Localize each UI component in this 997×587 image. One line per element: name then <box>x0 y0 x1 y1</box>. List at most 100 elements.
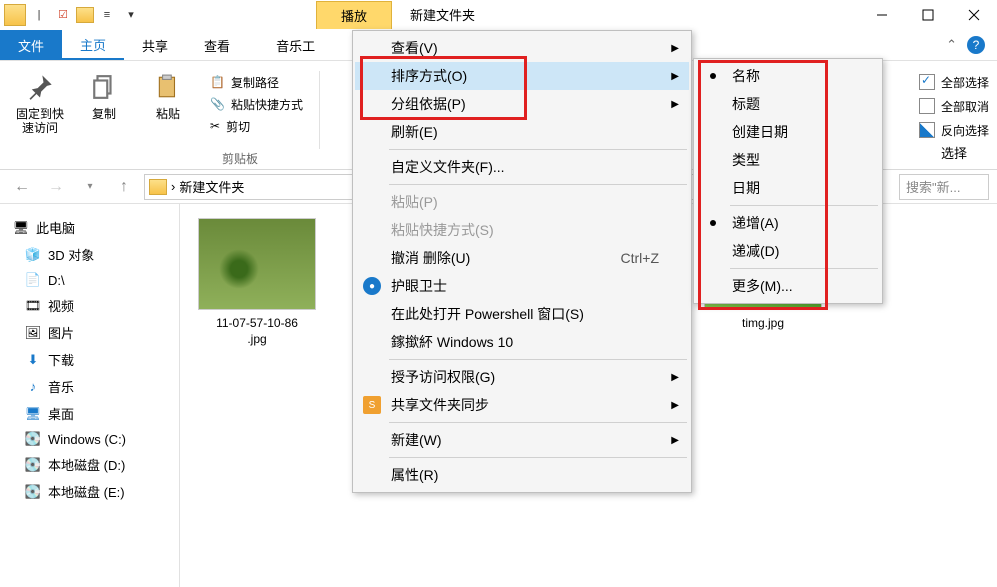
select-all-button[interactable]: 全部选择 <box>919 71 989 93</box>
download-icon: ⬇ <box>24 352 42 368</box>
ctx-undo-delete[interactable]: 撤消 删除(U)Ctrl+Z <box>355 244 689 272</box>
file-name: 11-07-57-10-86 .jpg <box>216 316 298 347</box>
tree-desktop[interactable]: 🖥桌面 <box>4 400 175 427</box>
tree-this-pc[interactable]: 🖥此电脑 <box>4 214 175 241</box>
chevron-right-icon: ▶ <box>671 71 679 82</box>
sort-name[interactable]: 名称 <box>696 62 880 90</box>
checkbox-icon <box>919 74 935 90</box>
context-menu: 查看(V)▶ 排序方式(O)▶ 分组依据(P)▶ 刷新(E) 自定义文件夹(F)… <box>352 30 692 493</box>
select-none-button[interactable]: 全部取消 <box>919 95 989 117</box>
sort-date[interactable]: 日期 <box>696 174 880 202</box>
qat-overflow-icon[interactable]: ≡ <box>96 4 118 26</box>
ctx-open-powershell[interactable]: 在此处打开 Powershell 窗口(S) <box>355 300 689 328</box>
paste-shortcut-button[interactable]: 📎粘贴快捷方式 <box>206 93 307 115</box>
ctx-paste-shortcut[interactable]: 粘贴快捷方式(S) <box>355 216 689 244</box>
ribbon-collapse-icon[interactable]: ⌃ <box>946 37 957 53</box>
maximize-button[interactable] <box>905 0 951 30</box>
tree-music[interactable]: ♪音乐 <box>4 373 175 400</box>
forward-button[interactable]: → <box>42 173 70 201</box>
cut-button[interactable]: ✂剪切 <box>206 115 254 137</box>
tree-videos[interactable]: 🎞视频 <box>4 292 175 319</box>
contextual-tab-play[interactable]: 播放 <box>316 1 392 29</box>
clipboard-group-label: 剪贴板 <box>140 150 340 167</box>
copy-button[interactable]: 复制 <box>78 67 130 121</box>
recent-dropdown[interactable]: ▾ <box>76 173 104 201</box>
invert-selection-button[interactable]: 反向选择 <box>919 119 989 141</box>
sort-type[interactable]: 类型 <box>696 146 880 174</box>
checkbox-empty-icon <box>919 98 935 114</box>
ctx-grant-access[interactable]: 授予访问权限(G)▶ <box>355 363 689 391</box>
ctx-eye-protection[interactable]: ●护眼卫士 <box>355 272 689 300</box>
sort-title[interactable]: 标题 <box>696 90 880 118</box>
ctx-refresh[interactable]: 刷新(E) <box>355 118 689 146</box>
qat-separator: | <box>28 4 50 26</box>
tree-3d-objects[interactable]: 🧊3D 对象 <box>4 241 175 268</box>
file-item[interactable]: 11-07-57-10-86 .jpg <box>192 218 322 347</box>
breadcrumb-sep: › <box>171 179 175 194</box>
drive-icon: 💽 <box>24 457 42 473</box>
minimize-button[interactable] <box>859 0 905 30</box>
sort-submenu: 名称 标题 创建日期 类型 日期 递增(A) 递减(D) 更多(M)... <box>693 58 883 304</box>
scissors-icon: ✂ <box>210 119 220 133</box>
chevron-right-icon: ▶ <box>671 43 679 54</box>
pin-quick-access-button[interactable]: 固定到快 速访问 <box>14 67 66 136</box>
tab-share[interactable]: 共享 <box>124 30 186 60</box>
ctx-sort-by[interactable]: 排序方式(O)▶ <box>355 62 689 90</box>
chevron-right-icon: ▶ <box>671 435 679 446</box>
shortcut-icon: 📎 <box>210 97 225 111</box>
navigation-pane[interactable]: 🖥此电脑 🧊3D 对象 📄D:\ 🎞视频 🖼图片 ⬇下载 ♪音乐 🖥桌面 💽Wi… <box>0 204 180 587</box>
pc-icon: 🖥 <box>12 220 30 236</box>
path-icon: 📋 <box>210 75 225 89</box>
ctx-new[interactable]: 新建(W)▶ <box>355 426 689 454</box>
folder-icon[interactable] <box>4 4 26 26</box>
music-icon: ♪ <box>24 379 42 395</box>
chevron-right-icon: ▶ <box>671 400 679 411</box>
chevron-right-icon: ▶ <box>671 99 679 110</box>
tree-local-e[interactable]: 💽本地磁盘 (E:) <box>4 478 175 505</box>
sort-descending[interactable]: 递减(D) <box>696 237 880 265</box>
picture-icon: 🖼 <box>24 325 42 341</box>
file-name: timg.jpg <box>742 316 784 332</box>
back-button[interactable]: ← <box>8 173 36 201</box>
ctx-open-windows-10[interactable]: 鎵撳紑 Windows 10 <box>355 328 689 356</box>
bullet-icon <box>710 73 716 79</box>
qat-dropdown-icon[interactable]: ▾ <box>120 4 142 26</box>
ctx-properties[interactable]: 属性(R) <box>355 461 689 489</box>
tab-music-tools[interactable]: 音乐工 <box>258 30 333 60</box>
breadcrumb[interactable]: 新建文件夹 <box>179 177 244 196</box>
cube-icon: 🧊 <box>24 247 42 263</box>
sort-ascending[interactable]: 递增(A) <box>696 209 880 237</box>
eye-icon: ● <box>363 277 381 295</box>
close-button[interactable] <box>951 0 997 30</box>
page-icon: 📄 <box>24 272 42 288</box>
paste-button[interactable]: 粘贴 <box>142 67 194 121</box>
tree-windows-c[interactable]: 💽Windows (C:) <box>4 427 175 451</box>
sort-date-created[interactable]: 创建日期 <box>696 118 880 146</box>
tree-pictures[interactable]: 🖼图片 <box>4 319 175 346</box>
copy-path-button[interactable]: 📋复制路径 <box>206 71 283 93</box>
ctx-group-by[interactable]: 分组依据(P)▶ <box>355 90 689 118</box>
tree-d-drive[interactable]: 📄D:\ <box>4 268 175 292</box>
desktop-icon: 🖥 <box>24 406 42 422</box>
select-group-label: 选择 <box>919 143 989 162</box>
tab-home[interactable]: 主页 <box>62 30 124 60</box>
invert-icon <box>919 122 935 138</box>
ctx-customize-folder[interactable]: 自定义文件夹(F)... <box>355 153 689 181</box>
tab-file[interactable]: 文件 <box>0 30 62 60</box>
up-button[interactable]: ↑ <box>110 173 138 201</box>
folder-icon <box>149 179 167 195</box>
window-controls <box>859 0 997 30</box>
sort-more[interactable]: 更多(M)... <box>696 272 880 300</box>
tab-view[interactable]: 查看 <box>186 30 248 60</box>
tree-local-d[interactable]: 💽本地磁盘 (D:) <box>4 451 175 478</box>
thumbnail-image <box>198 218 316 310</box>
qat-check-icon[interactable]: ☑ <box>52 4 74 26</box>
help-icon[interactable]: ? <box>967 36 985 54</box>
folder-icon-2[interactable] <box>76 7 94 23</box>
quick-access-toolbar: | ☑ ≡ ▾ <box>0 4 146 26</box>
ctx-view[interactable]: 查看(V)▶ <box>355 34 689 62</box>
search-box[interactable]: 搜索"新... <box>899 174 989 200</box>
ctx-share-folder-sync[interactable]: S共享文件夹同步▶ <box>355 391 689 419</box>
tree-downloads[interactable]: ⬇下载 <box>4 346 175 373</box>
ctx-paste[interactable]: 粘贴(P) <box>355 188 689 216</box>
